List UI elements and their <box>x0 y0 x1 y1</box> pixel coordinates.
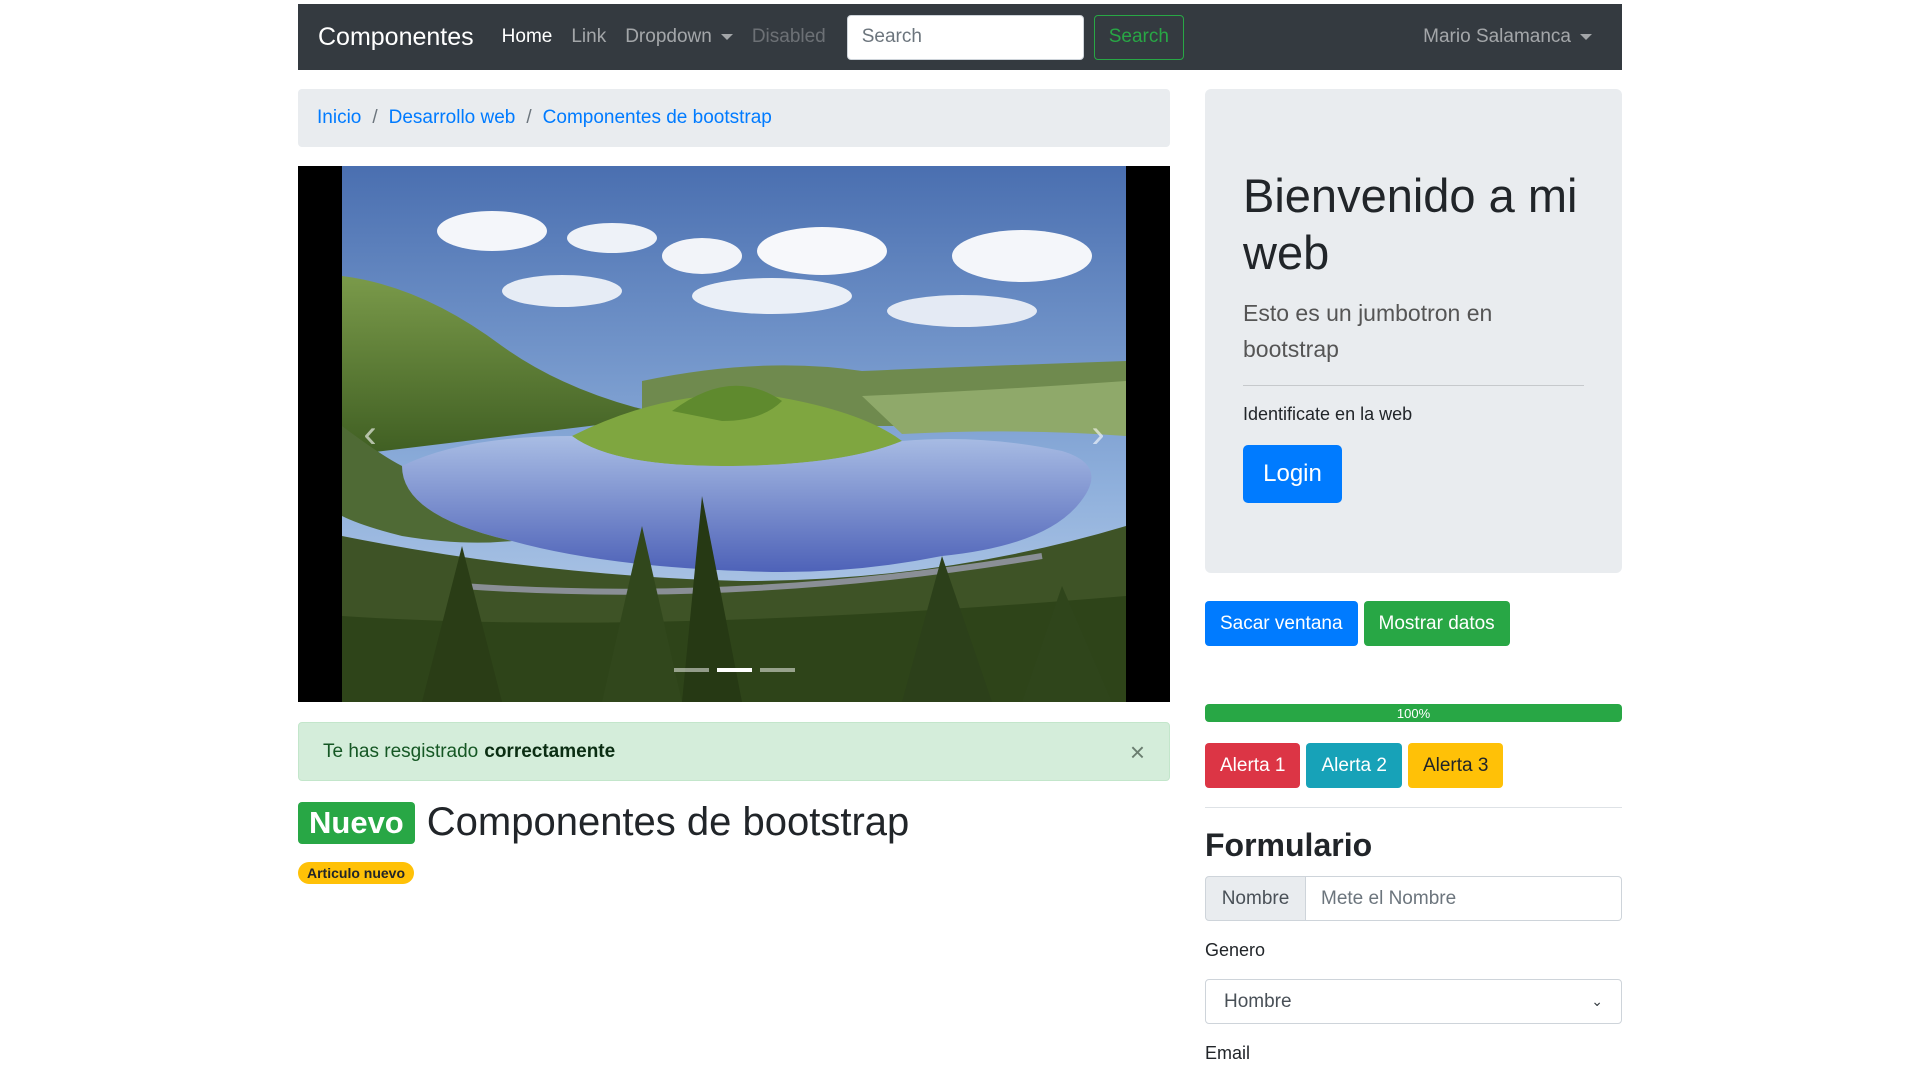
carousel-indicators <box>298 668 1170 672</box>
article-heading: Nuevo Componentes de bootstrap <box>298 800 909 845</box>
alert-buttons: Alerta 1 Alerta 2 Alerta 3 <box>1205 743 1504 788</box>
name-input-group: Nombre <box>1205 876 1622 921</box>
divider <box>1243 385 1584 386</box>
progress-fill: 100% <box>1205 704 1622 722</box>
breadcrumb-separator: / <box>372 107 378 128</box>
new-badge: Nuevo <box>298 801 415 844</box>
article-title: Componentes de bootstrap <box>426 800 910 844</box>
article-pill-badge: Articulo nuevo <box>298 862 415 884</box>
nav-disabled: Disabled <box>751 26 826 47</box>
breadcrumb-separator: / <box>526 107 532 128</box>
carousel-indicator[interactable] <box>759 668 795 672</box>
chevron-down-icon: ⌄ <box>1591 993 1603 1009</box>
chevron-down-icon <box>720 34 733 40</box>
jumbotron-lead: Esto es un jumbotron en bootstrap <box>1243 300 1493 362</box>
sacar-ventana-button[interactable]: Sacar ventana <box>1205 601 1358 646</box>
jumbotron: Bienvenido a mi web Esto es un jumbotron… <box>1205 89 1622 573</box>
chevron-down-icon <box>1580 34 1592 40</box>
alert-text: Te has resgistrado <box>323 740 479 762</box>
alert-strong-text: correctamente <box>484 740 616 762</box>
navbar-brand[interactable]: Componentes <box>318 23 474 52</box>
breadcrumb-componentes[interactable]: Componentes de bootstrap <box>543 107 772 129</box>
jumbotron-text: Identificate en la web <box>1243 404 1413 424</box>
carousel-image-river-landscape <box>342 166 1126 702</box>
genero-selected-value: Hombre <box>1224 990 1292 1012</box>
user-name: Mario Salamanca <box>1423 26 1571 47</box>
user-menu[interactable]: Mario Salamanca <box>1423 26 1592 48</box>
genero-select[interactable]: Hombre ⌄ <box>1205 979 1622 1024</box>
progress-bar: 100% <box>1205 704 1622 722</box>
nav-dropdown-label: Dropdown <box>625 26 712 47</box>
search-input[interactable] <box>846 14 1084 60</box>
alerta-2-button[interactable]: Alerta 2 <box>1306 743 1402 788</box>
name-addon: Nombre <box>1205 876 1306 921</box>
navbar: Componentes Home Link Dropdown Disabled … <box>298 4 1622 70</box>
login-button[interactable]: Login <box>1243 445 1342 503</box>
alerta-3-button[interactable]: Alerta 3 <box>1407 743 1504 788</box>
divider <box>1205 807 1622 808</box>
nav-home[interactable]: Home <box>502 26 553 48</box>
success-alert: Te has resgistrado correctamente × <box>298 722 1170 781</box>
chevron-right-icon[interactable]: › <box>1078 404 1118 464</box>
breadcrumb: Inicio / Desarrollo web / Componentes de… <box>298 89 1170 147</box>
breadcrumb-desarrollo-web[interactable]: Desarrollo web <box>389 107 516 129</box>
form-title: Formulario <box>1205 827 1373 863</box>
email-label: Email <box>1205 1043 1251 1063</box>
carousel: ‹ › <box>298 166 1170 702</box>
action-buttons: Sacar ventana Mostrar datos <box>1205 601 1510 646</box>
breadcrumb-inicio[interactable]: Inicio <box>317 107 361 129</box>
alerta-1-button[interactable]: Alerta 1 <box>1205 743 1301 788</box>
search-button[interactable]: Search <box>1093 14 1184 60</box>
close-icon[interactable]: × <box>1130 739 1145 765</box>
jumbotron-title: Bienvenido a mi web <box>1243 169 1578 279</box>
mostrar-datos-button[interactable]: Mostrar datos <box>1363 601 1510 646</box>
carousel-indicator-active[interactable] <box>716 668 752 672</box>
nav-link[interactable]: Link <box>571 26 606 48</box>
genero-label: Genero <box>1205 940 1266 960</box>
name-input[interactable] <box>1306 876 1622 921</box>
carousel-indicator[interactable] <box>673 668 709 672</box>
nav-dropdown[interactable]: Dropdown <box>625 26 733 48</box>
chevron-left-icon[interactable]: ‹ <box>350 404 390 464</box>
